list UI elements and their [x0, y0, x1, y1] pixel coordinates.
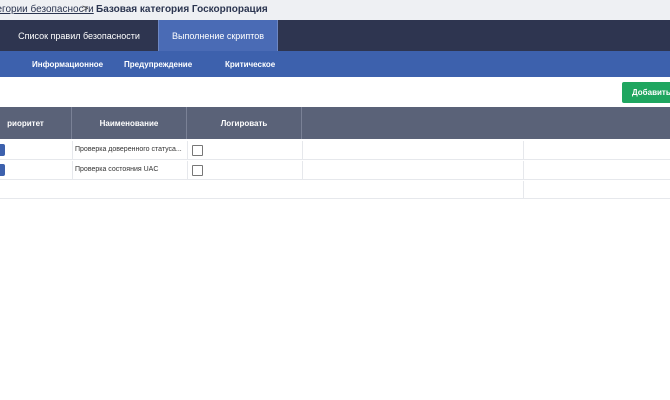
- table-row-empty: [0, 181, 670, 199]
- priority-indicator: [0, 164, 5, 176]
- column-divider: [523, 181, 524, 198]
- column-divider: [187, 161, 188, 179]
- column-header-empty: [302, 107, 670, 139]
- tabs-bar: Список правил безопасности Выполнение ск…: [0, 20, 670, 51]
- table-row[interactable]: Проверка состояния UAC: [0, 161, 670, 180]
- script-name: Проверка доверенного статуса...: [75, 146, 182, 153]
- column-header-log[interactable]: Логировать: [187, 107, 302, 139]
- column-divider: [72, 141, 73, 159]
- breadcrumb-separator-icon: >: [82, 3, 89, 15]
- severity-filter-bar: я Информационное Предупреждение Критичес…: [0, 51, 670, 77]
- filter-informational[interactable]: Информационное: [32, 51, 103, 77]
- script-name: Проверка состояния UAC: [75, 166, 159, 173]
- column-divider: [302, 161, 303, 179]
- column-header-priority[interactable]: риоритет: [0, 107, 72, 139]
- column-divider: [523, 161, 524, 179]
- column-divider: [187, 141, 188, 159]
- filter-warning[interactable]: Предупреждение: [124, 51, 192, 77]
- log-checkbox[interactable]: [192, 165, 203, 176]
- tab-security-rules[interactable]: Список правил безопасности: [0, 20, 158, 51]
- table-row[interactable]: Проверка доверенного статуса...: [0, 141, 670, 160]
- breadcrumb-parent-link[interactable]: тегории безопасности: [0, 4, 94, 15]
- breadcrumb: тегории безопасности > Базовая категория…: [0, 0, 670, 20]
- column-divider: [302, 141, 303, 159]
- filter-critical[interactable]: Критическое: [225, 51, 275, 77]
- breadcrumb-current: Базовая категория Госкорпорация: [96, 4, 268, 15]
- column-divider: [72, 161, 73, 179]
- column-divider: [523, 141, 524, 159]
- table-header: риоритет Наименование Логировать: [0, 107, 670, 139]
- add-button[interactable]: Добавить: [622, 82, 670, 103]
- priority-indicator: [0, 144, 5, 156]
- column-header-name[interactable]: Наименование: [72, 107, 187, 139]
- log-checkbox[interactable]: [192, 145, 203, 156]
- tab-script-execution[interactable]: Выполнение скриптов: [158, 20, 278, 51]
